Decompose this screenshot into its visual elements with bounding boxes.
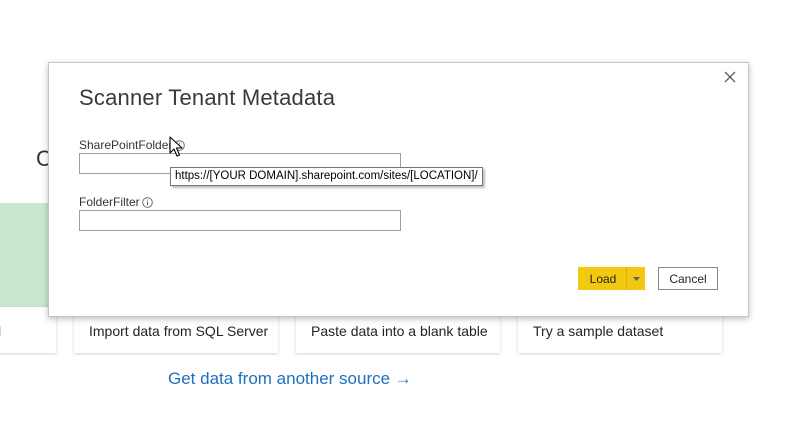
cancel-button[interactable]: Cancel bbox=[658, 267, 718, 290]
load-button-label: Load bbox=[589, 271, 617, 286]
field-label-text: SharePointFolder bbox=[79, 138, 173, 152]
sharepoint-folder-tooltip: https://[YOUR DOMAIN].sharepoint.com/sit… bbox=[170, 167, 483, 186]
dialog-title: Scanner Tenant Metadata bbox=[79, 85, 336, 110]
source-tile-label: Import data from SQL Server bbox=[89, 323, 269, 339]
close-icon bbox=[724, 71, 736, 83]
load-dropdown-toggle[interactable] bbox=[626, 267, 645, 290]
info-icon[interactable] bbox=[141, 196, 153, 208]
chevron-down-icon bbox=[632, 276, 640, 281]
close-button[interactable] bbox=[722, 69, 738, 85]
source-tile-label: Paste data into a blank table bbox=[311, 323, 488, 339]
parameters-dialog: Scanner Tenant Metadata SharePointFolder… bbox=[48, 62, 749, 317]
load-split-button[interactable]: Load bbox=[578, 267, 645, 290]
source-tile-label: Try a sample dataset bbox=[533, 323, 664, 339]
background-green-panel bbox=[0, 203, 48, 307]
folder-filter-input[interactable] bbox=[79, 210, 401, 231]
mouse-pointer-icon bbox=[169, 136, 183, 157]
field-label-text: FolderFilter bbox=[79, 195, 140, 209]
source-tile-label: l bbox=[0, 323, 1, 339]
get-data-other-source-link[interactable]: Get data from another source → bbox=[168, 369, 412, 389]
screen: C l Import data from SQL Server Paste da… bbox=[0, 0, 788, 447]
folder-filter-label: FolderFilter bbox=[79, 195, 153, 209]
